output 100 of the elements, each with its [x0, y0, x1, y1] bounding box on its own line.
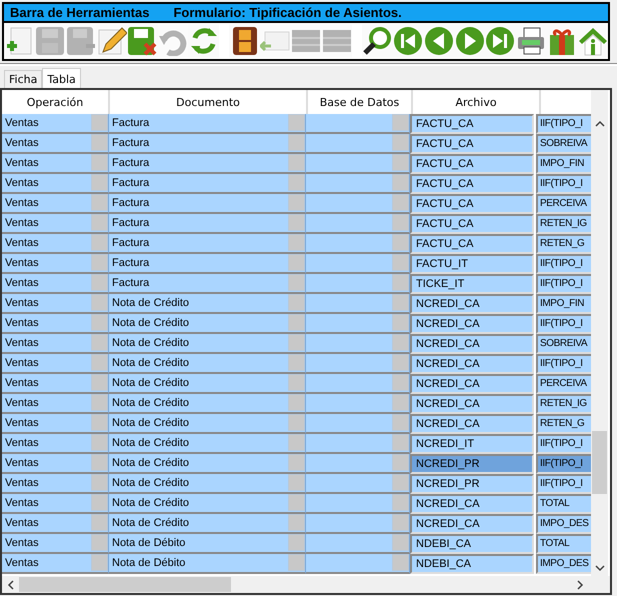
table-cell[interactable]: IMPO_DES	[536, 554, 591, 574]
combo-field[interactable]	[306, 374, 410, 394]
table-cell[interactable]: NCREDI_CA	[410, 414, 534, 434]
combo-field[interactable]	[306, 294, 410, 314]
combo-field[interactable]: Ventas	[2, 294, 109, 314]
combo-field[interactable]: Nota de Crédito	[109, 354, 306, 374]
combo-field[interactable]: Ventas	[2, 154, 109, 174]
table-cell[interactable]: NCREDI_CA	[410, 374, 534, 394]
combo-field[interactable]	[306, 414, 410, 434]
combo-field[interactable]: Factura	[109, 134, 306, 154]
table-cell[interactable]: RETEN_IG	[536, 394, 591, 414]
table-cell[interactable]: PERCEIVA	[536, 374, 591, 394]
combo-field[interactable]: Ventas	[2, 534, 109, 554]
table-cell[interactable]: NCREDI_CA	[410, 494, 534, 514]
combo-field[interactable]	[306, 114, 410, 134]
table-cell[interactable]: NCREDI_PR	[410, 454, 534, 474]
table-cell[interactable]: TICKE_IT	[410, 274, 534, 294]
table-cell[interactable]: PERCEIVA	[536, 194, 591, 214]
combo-field[interactable]: Nota de Crédito	[109, 434, 306, 454]
table-cell[interactable]: FACTU_CA	[410, 234, 534, 254]
table-cell[interactable]: FACTU_IT	[410, 254, 534, 274]
table-cell[interactable]: FACTU_CA	[410, 174, 534, 194]
table-cell[interactable]: IIF(TIPO_I	[536, 254, 591, 274]
combo-field[interactable]	[306, 194, 410, 214]
combo-field[interactable]: Ventas	[2, 514, 109, 534]
combo-field[interactable]: Factura	[109, 174, 306, 194]
combo-field[interactable]: Nota de Crédito	[109, 334, 306, 354]
table-cell[interactable]: IMPO_FIN	[536, 294, 591, 314]
toolbar-button[interactable]	[229, 24, 260, 58]
table-cell[interactable]: IIF(TIPO_I	[536, 454, 591, 474]
combo-field[interactable]: Nota de Débito	[109, 534, 306, 554]
combo-field[interactable]: Factura	[109, 254, 306, 274]
combo-field[interactable]	[306, 174, 410, 194]
table-cell[interactable]: NCREDI_CA	[410, 294, 534, 314]
table-cell[interactable]: NCREDI_CA	[410, 354, 534, 374]
combo-field[interactable]	[306, 454, 410, 474]
combo-field[interactable]: Nota de Crédito	[109, 314, 306, 334]
table-cell[interactable]: IIF(TIPO_I	[536, 354, 591, 374]
combo-field[interactable]	[306, 474, 410, 494]
combo-field[interactable]: Nota de Crédito	[109, 454, 306, 474]
combo-field[interactable]: Ventas	[2, 174, 109, 194]
combo-field[interactable]	[306, 434, 410, 454]
combo-field[interactable]: Factura	[109, 234, 306, 254]
combo-field[interactable]: Nota de Crédito	[109, 414, 306, 434]
table-cell[interactable]: IIF(TIPO_I	[536, 434, 591, 454]
table-cell[interactable]: IIF(TIPO_I	[536, 174, 591, 194]
combo-field[interactable]	[306, 354, 410, 374]
combo-field[interactable]: Ventas	[2, 414, 109, 434]
combo-field[interactable]: Factura	[109, 214, 306, 234]
combo-field[interactable]	[306, 154, 410, 174]
combo-field[interactable]: Ventas	[2, 234, 109, 254]
combo-field[interactable]: Nota de Crédito	[109, 514, 306, 534]
combo-field[interactable]: Ventas	[2, 134, 109, 154]
combo-field[interactable]	[306, 514, 410, 534]
combo-field[interactable]: Nota de Crédito	[109, 494, 306, 514]
combo-field[interactable]: Nota de Débito	[109, 554, 306, 574]
combo-field[interactable]: Ventas	[2, 334, 109, 354]
table-cell[interactable]: FACTU_CA	[410, 114, 534, 134]
table-cell[interactable]: IMPO_FIN	[536, 154, 591, 174]
combo-field[interactable]: Ventas	[2, 454, 109, 474]
combo-field[interactable]	[306, 314, 410, 334]
combo-field[interactable]	[306, 134, 410, 154]
table-cell[interactable]: TOTAL	[536, 494, 591, 514]
combo-field[interactable]: Ventas	[2, 214, 109, 234]
table-cell[interactable]: IIF(TIPO_I	[536, 474, 591, 494]
combo-field[interactable]: Ventas	[2, 494, 109, 514]
tab[interactable]: Tabla	[42, 68, 81, 89]
combo-field[interactable]: Ventas	[2, 374, 109, 394]
table-cell[interactable]: NCREDI_PR	[410, 474, 534, 494]
combo-field[interactable]	[306, 234, 410, 254]
combo-field[interactable]: Ventas	[2, 354, 109, 374]
combo-field[interactable]: Nota de Crédito	[109, 394, 306, 414]
table-cell[interactable]: TOTAL	[536, 534, 591, 554]
table-cell[interactable]: IIF(TIPO_I	[536, 114, 591, 134]
combo-field[interactable]: Ventas	[2, 474, 109, 494]
scrollbar-thumb[interactable]	[592, 431, 607, 494]
vertical-scrollbar[interactable]	[591, 90, 608, 576]
table-cell[interactable]: FACTU_CA	[410, 194, 534, 214]
table-cell[interactable]: SOBREIVA	[536, 334, 591, 354]
combo-field[interactable]: Ventas	[2, 114, 109, 134]
table-cell[interactable]: NCREDI_CA	[410, 314, 534, 334]
table-cell[interactable]: FACTU_CA	[410, 154, 534, 174]
table-cell[interactable]: NCREDI_CA	[410, 394, 534, 414]
combo-field[interactable]: Ventas	[2, 554, 109, 574]
combo-field[interactable]	[306, 274, 410, 294]
combo-field[interactable]	[306, 494, 410, 514]
combo-field[interactable]: Nota de Crédito	[109, 474, 306, 494]
combo-field[interactable]	[306, 394, 410, 414]
scrollbar-thumb[interactable]	[19, 577, 231, 592]
combo-field[interactable]: Factura	[109, 114, 306, 134]
combo-field[interactable]: Factura	[109, 194, 306, 214]
horizontal-scrollbar[interactable]	[2, 576, 610, 593]
combo-field[interactable]: Ventas	[2, 194, 109, 214]
combo-field[interactable]: Factura	[109, 274, 306, 294]
combo-field[interactable]: Ventas	[2, 314, 109, 334]
toolbar-button[interactable]	[362, 24, 393, 58]
combo-field[interactable]	[306, 334, 410, 354]
table-cell[interactable]: RETEN_G	[536, 234, 591, 254]
table-cell[interactable]: IIF(TIPO_I	[536, 314, 591, 334]
combo-field[interactable]: Ventas	[2, 394, 109, 414]
